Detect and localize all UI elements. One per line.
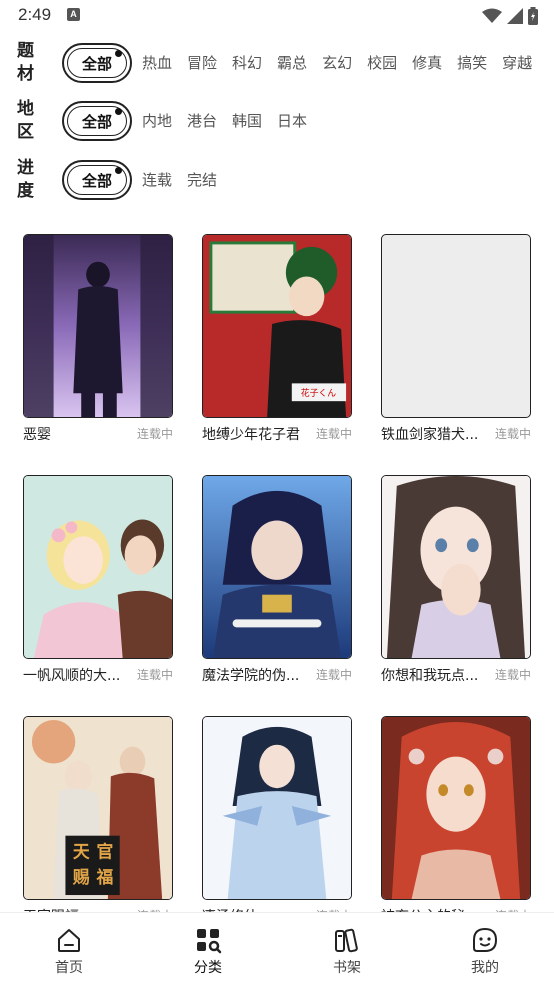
comic-status: 连载中	[315, 427, 352, 441]
filter-option[interactable]: 连载	[142, 169, 172, 190]
comic-status: 连载中	[136, 427, 173, 441]
comic-title: 你想和我玩点...	[381, 668, 479, 684]
filter-options-progress: 连载 完结	[142, 169, 232, 190]
comic-title: 魔法学院的伪...	[202, 668, 300, 684]
filter-option[interactable]: 霸总	[277, 52, 307, 73]
wifi-icon	[481, 8, 502, 23]
comic-cover-image[interactable]	[381, 475, 531, 659]
bottom-nav: 首页 分类 书架 我的	[0, 912, 554, 984]
comic-cover-image[interactable]	[23, 234, 173, 418]
filter-option[interactable]: 校园	[367, 52, 397, 73]
selected-dot-icon	[115, 50, 122, 57]
filter-options-genre: 热血 冒险 科幻 霸总 玄幻 校园 修真 搞笑 穿越	[142, 52, 547, 73]
cover-logo-text: 赐	[72, 867, 90, 887]
comic-cover-image[interactable]	[202, 716, 352, 900]
comic-card[interactable]: 一帆风顺的大... 连载中	[23, 475, 173, 689]
filter-title-region: 地区	[17, 99, 34, 142]
home-icon	[58, 929, 80, 952]
status-bar: 2:49 A	[0, 0, 554, 30]
selected-dot-icon	[115, 108, 122, 115]
comic-title: 铁血剑家猎犬...	[381, 427, 479, 443]
comic-card[interactable]: 天 官 赐 福 天官赐福 连载中	[23, 716, 173, 930]
nav-label: 分类	[194, 960, 222, 976]
filter-row-genre: 题材 全部 热血 冒险 科幻 霸总 玄幻 校园 修真 搞笑 穿越	[0, 40, 554, 96]
filter-all-button-progress[interactable]: 全部	[62, 160, 132, 200]
filter-option[interactable]: 冒险	[187, 52, 217, 73]
filter-option[interactable]: 穿越	[502, 52, 532, 73]
comic-title: 一帆风顺的大...	[23, 668, 121, 684]
comic-cover-image[interactable]	[23, 475, 173, 659]
comic-card[interactable]: 铁血剑家猎犬... 连载中	[381, 234, 531, 448]
filter-row-region: 地区 全部 内地 港台 韩国 日本	[0, 98, 554, 154]
comic-cover-image[interactable]	[381, 716, 531, 900]
comic-card[interactable]: 花子くん 地缚少年花子君 连载中	[202, 234, 352, 448]
comic-title: 恶婴	[23, 427, 51, 443]
cover-logo-text: 花子くん	[301, 387, 337, 399]
comic-card[interactable]: 你想和我玩点... 连载中	[381, 475, 531, 689]
a-icon: A	[67, 8, 80, 21]
filter-option[interactable]: 港台	[187, 110, 217, 131]
nav-label: 首页	[55, 960, 83, 976]
profile-icon	[473, 927, 498, 952]
battery-icon	[528, 6, 538, 25]
cover-logo-text: 福	[96, 867, 114, 887]
nav-label: 我的	[471, 960, 499, 976]
selected-dot-icon	[115, 167, 122, 174]
nav-item-category[interactable]: 分类	[163, 913, 253, 984]
nav-label: 书架	[333, 960, 361, 976]
filter-option[interactable]: 完结	[187, 169, 217, 190]
bookshelf-icon	[335, 928, 358, 953]
category-icon	[197, 929, 222, 954]
filter-row-progress: 进度 全部 连载 完结	[0, 157, 554, 213]
filter-title-genre: 题材	[17, 41, 34, 84]
status-icons	[481, 5, 538, 25]
filter-all-button-genre[interactable]: 全部	[62, 43, 132, 83]
filter-title-progress: 进度	[17, 158, 34, 201]
signal-icon	[506, 7, 523, 24]
comic-status: 连载中	[136, 668, 173, 682]
comic-cover-image[interactable]: 花子くん	[202, 234, 352, 418]
filter-option[interactable]: 内地	[142, 110, 172, 131]
filter-option[interactable]: 日本	[277, 110, 307, 131]
cover-logo-text: 官	[97, 841, 114, 861]
filter-option[interactable]: 热血	[142, 52, 172, 73]
comic-card[interactable]: 凄汤修仙 连载中	[202, 716, 352, 930]
filter-options-region: 内地 港台 韩国 日本	[142, 110, 322, 131]
comic-card[interactable]: 被弃公主的秘... 连载中	[381, 716, 531, 930]
comic-card[interactable]: 魔法学院的伪... 连载中	[202, 475, 352, 689]
nav-item-home[interactable]: 首页	[24, 913, 114, 984]
comic-status: 连载中	[494, 668, 531, 682]
filter-option[interactable]: 科幻	[232, 52, 262, 73]
filter-option[interactable]: 修真	[412, 52, 442, 73]
filter-option[interactable]: 搞笑	[457, 52, 487, 73]
nav-item-profile[interactable]: 我的	[440, 913, 530, 984]
status-time: 2:49	[18, 5, 52, 24]
filter-all-button-region[interactable]: 全部	[62, 101, 132, 141]
cover-logo-text: 天	[73, 841, 90, 861]
comic-title: 地缚少年花子君	[202, 427, 300, 443]
comic-status: 连载中	[315, 668, 352, 682]
nav-item-bookshelf[interactable]: 书架	[302, 913, 392, 984]
comic-cover-image[interactable]: 天 官 赐 福	[23, 716, 173, 900]
comic-cover-placeholder[interactable]	[381, 234, 531, 418]
filter-option[interactable]: 韩国	[232, 110, 262, 131]
comic-card[interactable]: 恶婴 连载中	[23, 234, 173, 448]
comic-cover-image[interactable]	[202, 475, 352, 659]
comic-status: 连载中	[494, 427, 531, 441]
filter-option[interactable]: 玄幻	[322, 52, 352, 73]
